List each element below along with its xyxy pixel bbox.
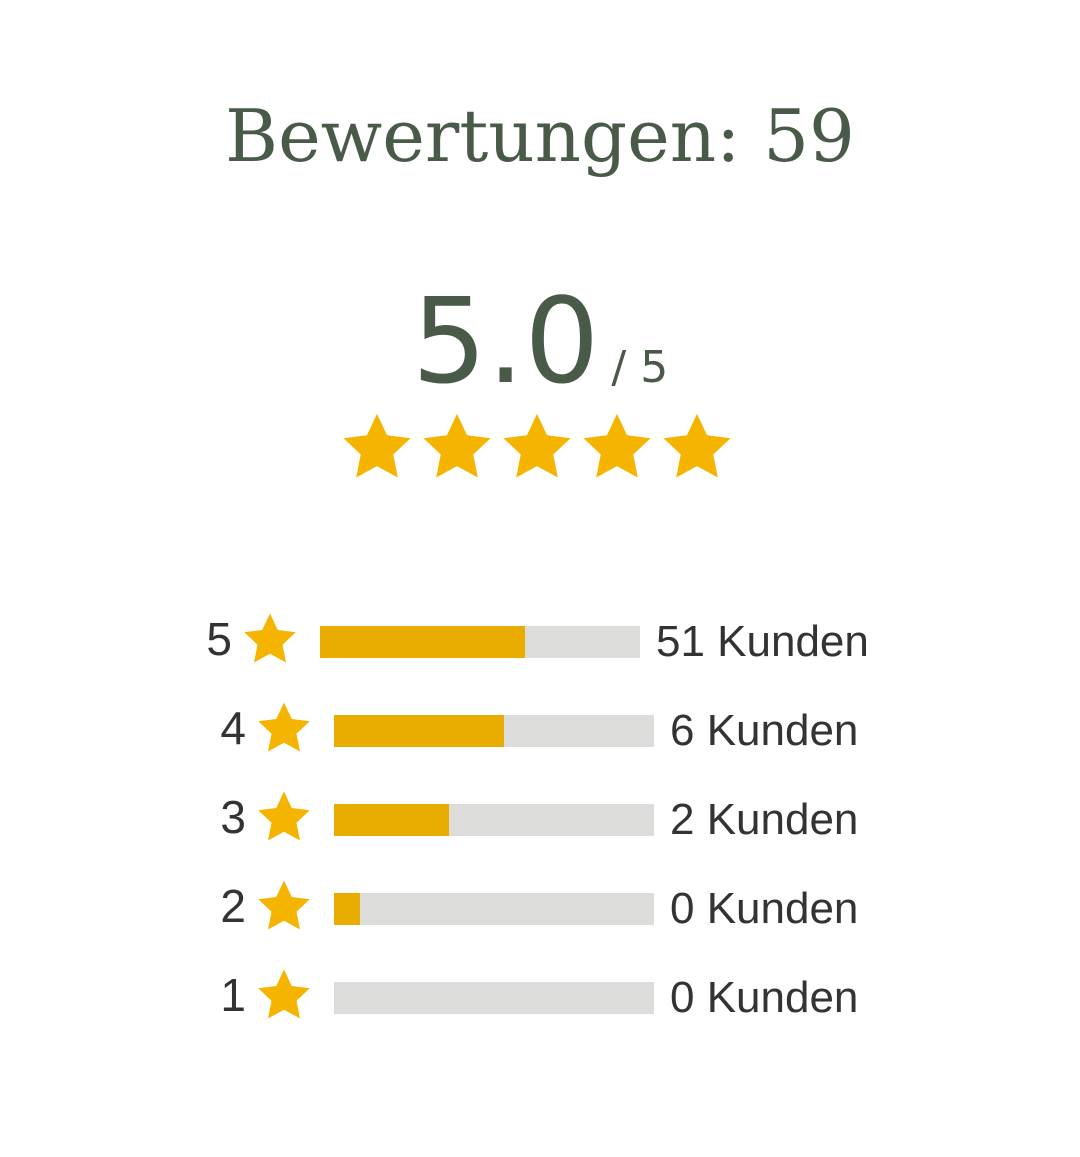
- star-icon: [254, 965, 314, 1025]
- rating-bar-fill: [334, 804, 450, 836]
- star-icon: [240, 609, 300, 669]
- rating-row-count: 6 Kunden: [670, 706, 859, 755]
- rating-row-4[interactable]: 4 6 Kunden: [204, 693, 924, 763]
- star-icon: [254, 698, 314, 758]
- rating-bar-fill: [334, 893, 360, 925]
- star-icon: [418, 408, 496, 488]
- rating-row-1[interactable]: 1 0 Kunden: [204, 960, 924, 1030]
- rating-row-stars-label: 4: [220, 702, 246, 754]
- rating-row-3[interactable]: 3 2 Kunden: [204, 782, 924, 852]
- rating-summary: 5.0/ 5: [0, 282, 1080, 400]
- average-score: 5.0: [411, 272, 600, 410]
- star-icon: [498, 408, 576, 488]
- reviews-title: Bewertungen: 59: [225, 94, 855, 178]
- rating-row-stars-label: 1: [220, 969, 246, 1021]
- rating-bar: [320, 626, 640, 658]
- rating-bar: [334, 804, 654, 836]
- rating-row-stars-label: 2: [220, 880, 246, 932]
- rating-bar: [334, 982, 654, 1014]
- rating-row-count: 51 Kunden: [656, 617, 869, 666]
- rating-row-stars-label: 5: [206, 613, 232, 665]
- rating-row-stars-label: 3: [220, 791, 246, 843]
- rating-row-count: 0 Kunden: [670, 973, 859, 1022]
- average-stars: [338, 408, 738, 488]
- star-icon: [578, 408, 656, 488]
- rating-row-2[interactable]: 2 0 Kunden: [204, 871, 924, 941]
- rating-row-count: 2 Kunden: [670, 795, 859, 844]
- rating-row-5[interactable]: 5 51 Kunden: [190, 604, 910, 674]
- rating-bar-fill: [334, 715, 504, 747]
- star-icon: [658, 408, 736, 488]
- rating-bar: [334, 893, 654, 925]
- rating-bar: [334, 715, 654, 747]
- rating-row-count: 0 Kunden: [670, 884, 859, 933]
- rating-bar-fill: [320, 626, 525, 658]
- star-icon: [254, 876, 314, 936]
- star-icon: [338, 408, 416, 488]
- star-icon: [254, 787, 314, 847]
- score-max: / 5: [611, 342, 669, 393]
